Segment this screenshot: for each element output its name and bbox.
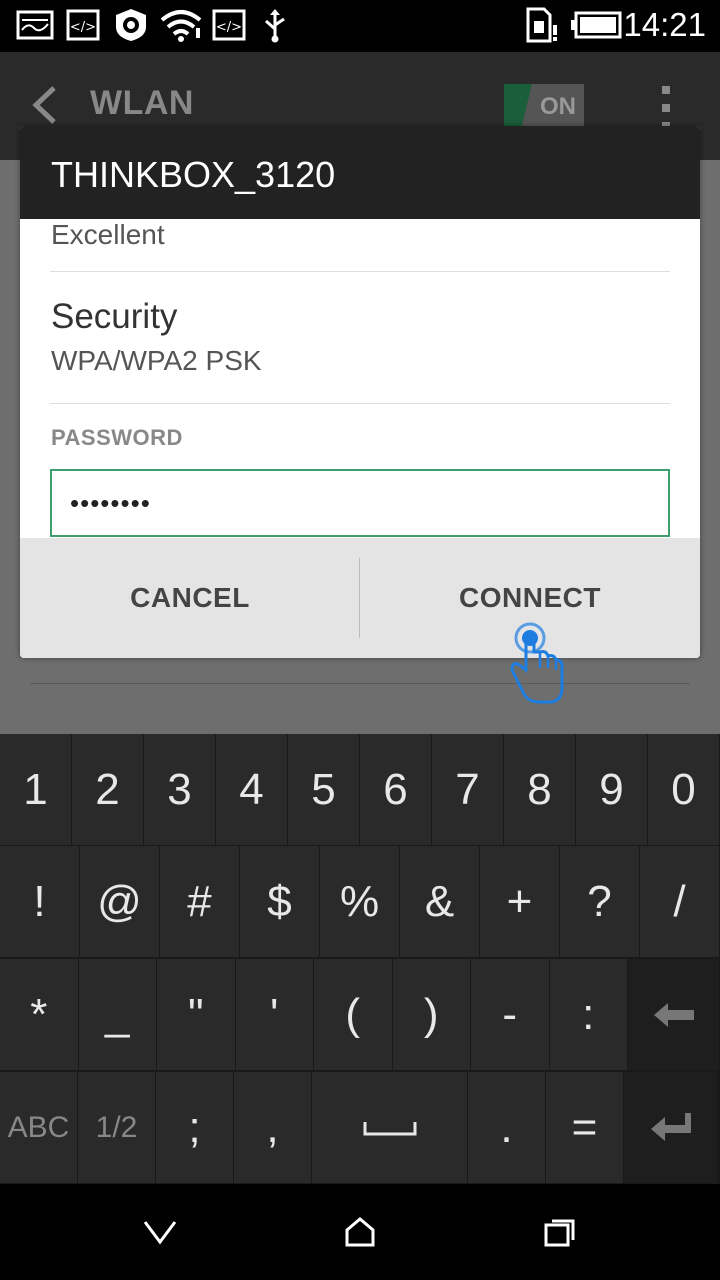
nav-back-icon[interactable] (140, 1212, 180, 1252)
key[interactable]: ) (392, 959, 471, 1071)
network-name-title: THINKBOX_3120 (51, 154, 336, 195)
key[interactable]: ? (560, 846, 640, 958)
space-key[interactable] (312, 1072, 468, 1184)
security-label: Security (51, 297, 178, 336)
key[interactable]: % (320, 846, 400, 958)
dialog-buttons: CANCEL CONNECT (20, 538, 700, 658)
key[interactable]: / (640, 846, 720, 958)
keyboard-row-symbols-2: * _ " '() -: (0, 959, 720, 1071)
svg-text:</>: </> (216, 20, 242, 35)
key[interactable]: 5 (288, 734, 360, 846)
settings-shield-icon (112, 8, 150, 42)
key[interactable]: * (0, 959, 79, 1071)
sim-alert-icon (524, 7, 560, 43)
divider (30, 683, 690, 684)
status-bar: </> </> 14:21 (0, 0, 720, 52)
clock: 14:21 (623, 6, 706, 43)
battery-icon (570, 8, 622, 42)
wlan-toggle[interactable]: ON (504, 84, 584, 130)
key[interactable]: @ (80, 846, 160, 958)
backspace-icon (653, 1002, 694, 1027)
security-value: WPA/WPA2 PSK (51, 345, 262, 376)
key[interactable]: - (471, 959, 550, 1071)
space-icon (363, 1121, 416, 1135)
code-icon: </> (212, 8, 246, 42)
key[interactable]: ! (0, 846, 80, 958)
cancel-button[interactable]: CANCEL (20, 538, 360, 658)
overflow-menu-icon[interactable] (662, 86, 672, 130)
key[interactable]: 7 (432, 734, 504, 846)
key[interactable]: 2 (72, 734, 144, 846)
keyboard-row-symbols-1: ! @ # $% & +? / (0, 846, 720, 958)
key[interactable]: # (160, 846, 240, 958)
dialog-header: THINKBOX_3120 (20, 126, 700, 219)
toggle-label: ON (540, 93, 576, 120)
key[interactable]: : (549, 959, 628, 1071)
navigation-bar (0, 1184, 720, 1280)
wifi-connect-dialog: THINKBOX_3120 Excellent Security WPA/WPA… (20, 126, 700, 658)
password-field[interactable]: •••••••• (50, 469, 670, 537)
image-icon (16, 8, 54, 42)
key[interactable]: 0 (648, 734, 720, 846)
nav-home-icon[interactable] (340, 1212, 380, 1252)
password-label: PASSWORD (51, 425, 183, 450)
dialog-body: Excellent Security WPA/WPA2 PSK PASSWORD… (20, 219, 700, 538)
key[interactable]: 4 (216, 734, 288, 846)
signal-strength-value: Excellent (51, 219, 165, 250)
code-icon: </> (66, 8, 100, 42)
wifi-icon (160, 8, 202, 42)
svg-text:</>: </> (70, 20, 96, 35)
key[interactable]: 1 (0, 734, 72, 846)
key[interactable]: . (468, 1072, 546, 1184)
key[interactable]: 1/2 (78, 1072, 156, 1184)
page-title: WLAN (90, 84, 194, 122)
key[interactable]: + (480, 846, 560, 958)
key[interactable]: " (157, 959, 236, 1071)
key[interactable]: 6 (360, 734, 432, 846)
keyboard-row-numbers: 1234567890 (0, 734, 720, 846)
key[interactable]: ( (314, 959, 393, 1071)
key[interactable]: ; (156, 1072, 234, 1184)
tap-indicator-icon (504, 618, 570, 713)
divider (50, 271, 670, 272)
back-icon[interactable] (28, 84, 62, 131)
key[interactable]: 9 (576, 734, 648, 846)
key[interactable]: 8 (504, 734, 576, 846)
nav-recents-icon[interactable] (540, 1212, 580, 1252)
key[interactable]: = (546, 1072, 624, 1184)
key[interactable]: ' (235, 959, 314, 1071)
key[interactable]: $ (240, 846, 320, 958)
enter-icon (650, 1112, 691, 1141)
enter-key[interactable] (624, 1072, 718, 1184)
usb-icon (260, 8, 290, 43)
backspace-key[interactable] (628, 959, 720, 1071)
key[interactable]: _ (78, 959, 157, 1071)
key[interactable]: ABC (0, 1072, 78, 1184)
keyboard-row-bottom: ABC 1/2;,. = (0, 1072, 720, 1184)
divider (50, 403, 670, 404)
key[interactable]: 3 (144, 734, 216, 846)
on-screen-keyboard: 1234567890 ! @ # $% & +? / * _ " '() -: ABC 1/2;,. = (0, 734, 720, 1184)
key[interactable]: , (234, 1072, 312, 1184)
key[interactable]: & (400, 846, 480, 958)
